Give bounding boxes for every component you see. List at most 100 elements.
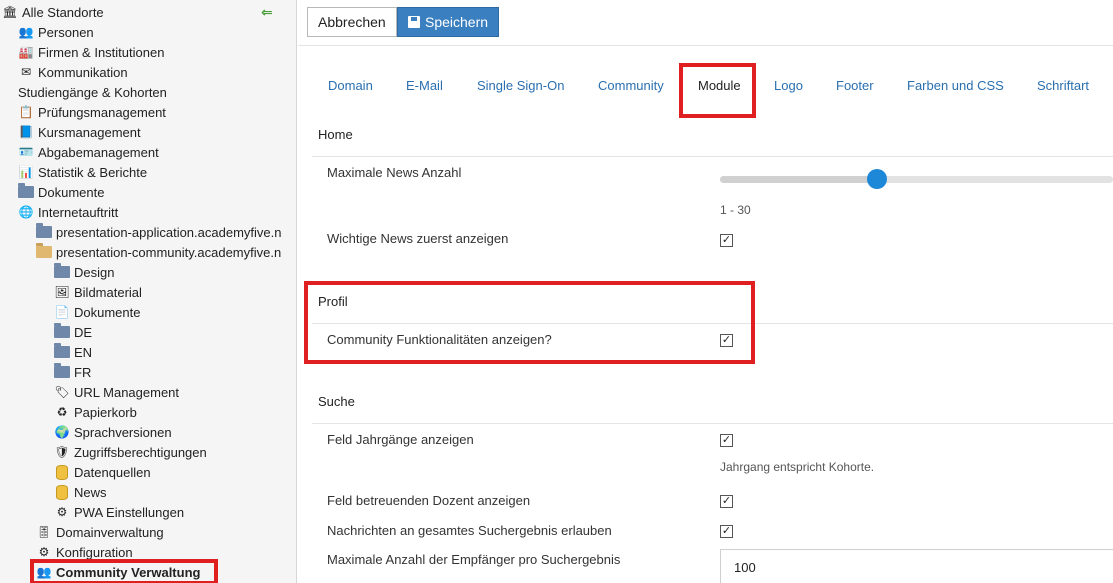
- sidebar-item-label: Domainverwaltung: [56, 524, 164, 540]
- jahrgaenge-label: Feld Jahrgänge anzeigen: [327, 432, 474, 447]
- tab-logo[interactable]: Logo: [774, 78, 803, 93]
- sidebar-item[interactable]: EN: [54, 342, 92, 362]
- database-icon: [54, 464, 70, 480]
- sidebar-item[interactable]: 📘 Kursmanagement: [18, 122, 141, 142]
- sidebar-item[interactable]: 🏷 URL Management: [54, 382, 179, 402]
- sidebar-item-label: presentation-community.academyfive.n: [56, 244, 282, 260]
- folder-icon: [54, 263, 70, 280]
- sidebar-item[interactable]: 🏭 Firmen & Institutionen: [18, 42, 165, 62]
- sidebar-item[interactable]: presentation-community.academyfive.n: [36, 242, 281, 262]
- save-button[interactable]: Speichern: [397, 7, 500, 37]
- sidebar-item-label: PWA Einstellungen: [74, 504, 185, 520]
- nachrichten-checkbox[interactable]: ✓: [720, 525, 733, 538]
- sidebar-item[interactable]: Datenquellen: [54, 462, 151, 482]
- gear-icon: ⚙: [56, 505, 68, 519]
- dozent-label: Feld betreuenden Dozent anzeigen: [327, 493, 531, 508]
- sidebar-item-label: Firmen & Institutionen: [38, 44, 165, 60]
- sidebar-item-label: Zugriffsberechtigungen: [74, 444, 207, 460]
- slider-handle[interactable]: [867, 169, 888, 189]
- sidebar: ⇐ 🏛 Alle Standorte 👥 Personen 🏭 Firmen & Inst…: [0, 0, 297, 583]
- max-empfaenger-label: Maximale Anzahl der Empfänger pro Sucher…: [327, 552, 621, 567]
- sidebar-item[interactable]: Dokumente: [18, 182, 104, 202]
- documents-icon: 📄: [54, 305, 70, 319]
- sidebar-item[interactable]: DE: [54, 322, 92, 342]
- sidebar-item-label: presentation-application.academyfive.n: [56, 224, 282, 240]
- sidebar-item[interactable]: 👥 Personen: [18, 22, 94, 42]
- sidebar-item-label: URL Management: [74, 384, 180, 400]
- sidebar-item[interactable]: News: [54, 482, 107, 502]
- sidebar-item[interactable]: Design: [54, 262, 114, 282]
- envelope-icon: ✉: [20, 65, 32, 79]
- sidebar-item[interactable]: 🖼 Bildmaterial: [54, 282, 142, 302]
- jahrgaenge-checkbox[interactable]: ✓: [720, 434, 733, 447]
- community-verwaltung-highlight: [30, 559, 218, 583]
- tab-farben-und-css[interactable]: Farben und CSS: [907, 78, 1004, 93]
- max-empfaenger-input[interactable]: 100: [720, 549, 1113, 583]
- tab-email[interactable]: E-Mail: [406, 78, 443, 93]
- bar-chart-icon: 📊: [18, 165, 34, 179]
- sidebar-item-label: Sprachversionen: [74, 424, 172, 440]
- sidebar-item-label: Konfiguration: [56, 544, 133, 560]
- sidebar-item[interactable]: 🏛 Alle Standorte: [2, 2, 104, 22]
- sidebar-item-label: Alle Standorte: [22, 4, 104, 20]
- folder-icon: [54, 343, 70, 360]
- max-news-range: 1 - 30: [720, 203, 751, 217]
- folder-icon: [18, 183, 34, 200]
- factory-icon: 🏭: [18, 45, 34, 59]
- sidebar-item[interactable]: ✉ Kommunikation: [18, 62, 128, 82]
- sidebar-item[interactable]: FR: [54, 362, 91, 382]
- tab-single-sign-on[interactable]: Single Sign-On: [477, 78, 564, 93]
- tab-footer[interactable]: Footer: [836, 78, 874, 93]
- book-icon: 📘: [18, 125, 34, 139]
- tab-bar: Domain E-Mail Single Sign-On Community M…: [298, 63, 1113, 118]
- sidebar-item[interactable]: 🎚 Domainverwaltung: [36, 522, 164, 542]
- sidebar-item-label: DE: [74, 324, 93, 340]
- dozent-checkbox[interactable]: ✓: [720, 495, 733, 508]
- sidebar-item-label: Bildmaterial: [74, 284, 142, 300]
- id-card-icon: 🪪: [18, 145, 34, 159]
- toolbar: Abbrechen Speichern: [298, 0, 1113, 46]
- building-icon: 🏛: [2, 5, 18, 19]
- sidebar-item[interactable]: 📄 Dokumente: [54, 302, 141, 322]
- section-header-suche: Suche: [312, 379, 1113, 424]
- people-icon: 👥: [18, 25, 34, 39]
- sidebar-item-label: Studiengänge & Kohorten: [18, 84, 167, 100]
- max-news-label: Maximale News Anzahl: [327, 165, 462, 180]
- tab-community[interactable]: Community: [598, 78, 664, 93]
- section-header-home: Home: [312, 112, 1113, 157]
- sidebar-item-label: Dokumente: [74, 304, 141, 320]
- sidebar-item[interactable]: ⚙ PWA Einstellungen: [54, 502, 184, 522]
- folder-icon: [36, 223, 52, 240]
- sidebar-item-label: Datenquellen: [74, 464, 151, 480]
- sidebar-item[interactable]: 📊 Statistik & Berichte: [18, 162, 148, 182]
- tab-domain[interactable]: Domain: [328, 78, 373, 93]
- folder-open-icon: [36, 243, 52, 260]
- important-news-checkbox[interactable]: ✓: [720, 234, 733, 247]
- sidebar-item-label: FR: [74, 364, 92, 380]
- arrow-left-icon[interactable]: ⇐: [261, 4, 273, 21]
- sidebar-item[interactable]: presentation-application.academyfive.n: [36, 222, 281, 242]
- tab-schriftart[interactable]: Schriftart: [1037, 78, 1089, 93]
- recycle-icon: ♻: [56, 405, 68, 419]
- max-news-slider[interactable]: [720, 169, 1113, 189]
- sidebar-item[interactable]: 📋 Prüfungsmanagement: [18, 102, 166, 122]
- globe-icon: 🌐: [18, 205, 34, 219]
- floppy-disk-icon: [408, 16, 420, 28]
- sidebar-item-label: Statistik & Berichte: [38, 164, 148, 180]
- nachrichten-label: Nachrichten an gesamtes Suchergebnis erl…: [327, 523, 612, 538]
- sidebar-item[interactable]: Studiengänge & Kohorten: [18, 82, 167, 102]
- sidebar-item[interactable]: 🌐 Internetauftritt: [18, 202, 119, 222]
- sidebar-item[interactable]: 🛡 Zugriffsberechtigungen: [54, 442, 207, 462]
- important-news-label: Wichtige News zuerst anzeigen: [327, 231, 509, 246]
- shield-icon: 🛡: [54, 445, 70, 459]
- sidebar-item[interactable]: 🪪 Abgabemanagement: [18, 142, 159, 162]
- sidebar-item[interactable]: 🌍 Sprachversionen: [54, 422, 172, 442]
- sidebar-item-label: Kommunikation: [38, 64, 128, 80]
- image-icon: 🖼: [54, 285, 70, 299]
- sidebar-item-label: Abgabemanagement: [38, 144, 159, 160]
- sidebar-item-label: Papierkorb: [74, 404, 137, 420]
- cancel-button[interactable]: Abbrechen: [307, 7, 397, 37]
- sidebar-item[interactable]: ♻ Papierkorb: [54, 402, 137, 422]
- sidebar-item-label: Dokumente: [38, 184, 105, 200]
- sliders-icon: 🎚: [36, 525, 52, 539]
